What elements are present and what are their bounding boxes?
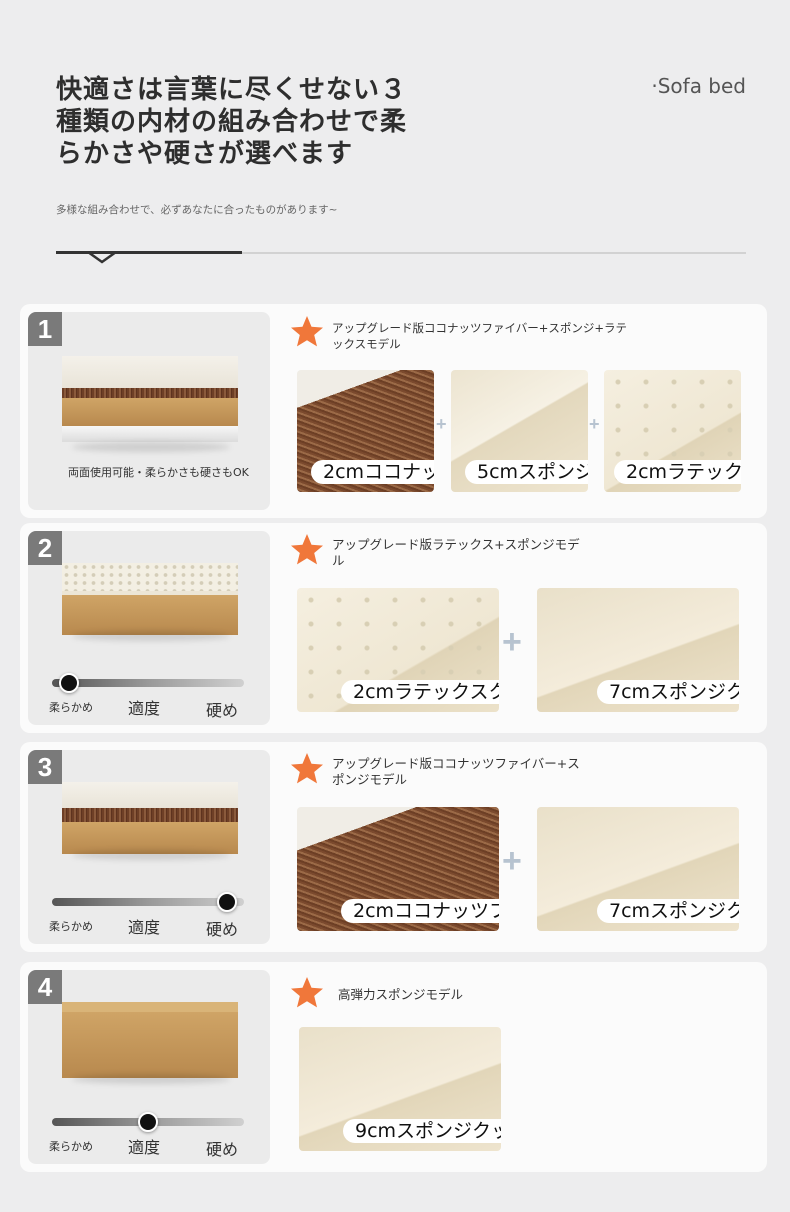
mattress-illustration (62, 782, 238, 854)
mattress-illustration (62, 563, 238, 635)
chevron-down-icon (87, 250, 117, 264)
brand-label: ·Sofa bed (651, 74, 746, 98)
soft-label: 柔らかめ (49, 920, 93, 933)
option-title: 高弾力スポンジモデル (338, 987, 464, 1002)
mattress-preview-2: 2 柔らかめ 適度 硬め (28, 531, 270, 725)
firmness-slider[interactable] (52, 892, 244, 912)
plus-icon: + (589, 414, 600, 434)
mattress-illustration (62, 356, 238, 442)
mattress-preview-3: 3 柔らかめ 適度 硬め (28, 750, 270, 944)
star-icon (291, 977, 323, 1008)
headline-line-1: 快適さは言葉に尽くせない３ (56, 75, 408, 105)
subtitle: 多様な組み合わせで、必ずあなたに合ったものがあります~ (56, 204, 338, 216)
material-label: 2cmラテックスクッション (341, 680, 499, 704)
option-title: アップグレード版ココナッツファイバー+スポンジモデル (332, 756, 580, 787)
medium-label: 適度 (128, 1138, 161, 1157)
medium-label: 適度 (128, 699, 161, 718)
soft-label: 柔らかめ (49, 701, 93, 714)
option-card-3[interactable]: 3 柔らかめ 適度 硬め アップグレード版ココナッツファイバー+スポンジモデル … (20, 742, 767, 952)
reversible-note: 両面使用可能・柔らかさも硬さもOK (68, 466, 249, 479)
plus-icon: + (502, 623, 522, 661)
firmness-slider[interactable] (52, 673, 244, 693)
star-icon (291, 753, 323, 784)
option-number-badge: 2 (28, 531, 62, 565)
progress-bar (56, 251, 746, 254)
mattress-preview-4: 4 柔らかめ 適度 硬め (28, 970, 270, 1164)
plus-icon: + (502, 842, 522, 880)
firmness-knob[interactable] (138, 1112, 158, 1132)
option-card-2[interactable]: 2 柔らかめ 適度 硬め アップグレード版ラテックス+スポンジモデル 2cmラテ… (20, 523, 767, 733)
firmness-slider[interactable] (52, 1112, 244, 1132)
material-tile-sponge: 7cmスポンジクッシ (537, 807, 739, 931)
material-label: 7cmスポンジクッシ (597, 899, 739, 923)
material-tile-latex: 2cmラテックスク (604, 370, 741, 492)
soft-label: 柔らかめ (49, 1140, 93, 1153)
material-label: 9cmスポンジクッション (343, 1119, 501, 1143)
hard-label: 硬め (206, 701, 239, 720)
headline-line-2: 種類の内材の組み合わせで柔 (56, 107, 408, 137)
material-tile-sponge: 5cmスポンジクッション (451, 370, 588, 492)
material-tile-sponge: 9cmスポンジクッション (299, 1027, 501, 1151)
mattress-preview-1: 1 両面使用可能・柔らかさも硬さもOK (28, 312, 270, 510)
firmness-knob[interactable] (216, 892, 237, 912)
option-number-badge: 4 (28, 970, 62, 1004)
material-label: 2cmココナッツファイバーク (341, 899, 499, 923)
option-card-4[interactable]: 4 柔らかめ 適度 硬め 高弾力スポンジモデル 9cmスポンジクッション (20, 962, 767, 1172)
headline: 快適さは言葉に尽くせない３ 種類の内材の組み合わせで柔 らかさや硬さが選べます (56, 74, 476, 170)
option-number-badge: 1 (28, 312, 62, 346)
plus-icon: + (436, 414, 447, 434)
material-label: 2cmココナッツ (311, 460, 434, 484)
option-title: アップグレード版ココナッツファイバー+スポンジ+ラテックスモデル (332, 321, 628, 351)
material-label: 2cmラテックスク (614, 460, 741, 484)
material-tile-latex: 2cmラテックスクッション (297, 588, 499, 712)
mattress-illustration (62, 1002, 238, 1078)
hard-label: 硬め (206, 920, 239, 939)
hard-label: 硬め (206, 1140, 239, 1159)
material-tile-coconut: 2cmココナッツ (297, 370, 434, 492)
material-tile-coconut: 2cmココナッツファイバーク (297, 807, 499, 931)
option-title: アップグレード版ラテックス+スポンジモデル (332, 537, 580, 568)
option-card-1[interactable]: 1 両面使用可能・柔らかさも硬さもOK アップグレード版ココナッツファイバー+ス… (20, 304, 767, 518)
material-label: 7cmスポンジクッシ (597, 680, 739, 704)
star-icon (291, 316, 323, 347)
firmness-knob[interactable] (59, 673, 80, 693)
material-tile-sponge: 7cmスポンジクッシ (537, 588, 739, 712)
material-label: 5cmスポンジクッション (465, 460, 588, 484)
medium-label: 適度 (128, 918, 161, 937)
progress-fill (56, 251, 243, 254)
headline-line-3: らかさや硬さが選べます (56, 139, 354, 169)
option-number-badge: 3 (28, 750, 62, 784)
star-icon (291, 534, 323, 565)
